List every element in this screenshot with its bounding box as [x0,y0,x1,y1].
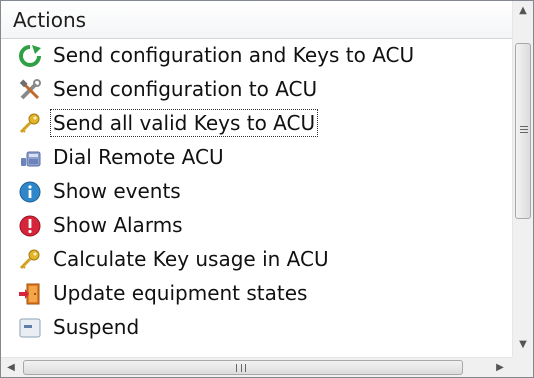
action-label: Send configuration to ACU [53,77,318,101]
action-show-alarms[interactable]: Show Alarms [1,209,512,243]
actions-panel: Actions Send configuration and Keys to A… [0,0,534,378]
scroll-left-button[interactable]: ◀ [1,358,21,377]
refresh-icon [18,44,42,68]
vertical-scrollbar[interactable]: ▲ ▼ [512,1,533,357]
action-send-valid-keys[interactable]: Send all valid Keys to ACU [1,107,512,141]
action-show-events[interactable]: Show events [1,175,512,209]
scroll-left-arrow-icon: ◀ [7,362,15,373]
scroll-down-button[interactable]: ▼ [513,335,533,355]
scroll-right-button[interactable]: ▶ [490,358,510,377]
key-icon [18,112,42,136]
action-dial-remote[interactable]: Dial Remote ACU [1,141,512,175]
action-send-config[interactable]: Send configuration to ACU [1,73,512,107]
phone-icon [18,146,42,170]
action-label: Calculate Key usage in ACU [53,247,329,271]
horizontal-scroll-thumb[interactable] [23,360,463,375]
door-icon [18,282,42,306]
scroll-up-arrow-icon: ▲ [519,5,527,16]
alarm-icon [18,214,42,238]
header-title: Actions [13,8,87,32]
action-label: Show Alarms [53,213,183,237]
key-icon [18,248,42,272]
action-update-equipment-states[interactable]: Update equipment states [1,277,512,311]
action-label: Dial Remote ACU [53,145,224,169]
suspend-icon [18,316,42,340]
grip-icon [236,364,246,372]
vertical-scroll-thumb[interactable] [515,43,531,219]
action-label: Send all valid Keys to ACU [49,109,319,137]
list-header[interactable]: Actions [1,1,512,39]
actions-list: Actions Send configuration and Keys to A… [1,1,512,357]
scrollbar-corner [512,357,533,377]
scroll-down-arrow-icon: ▼ [519,339,527,350]
scroll-right-arrow-icon: ▶ [496,362,504,373]
action-label: Update equipment states [53,281,308,305]
action-send-config-and-keys[interactable]: Send configuration and Keys to ACU [1,39,512,73]
action-label: Suspend [53,315,140,339]
scroll-up-button[interactable]: ▲ [513,1,533,21]
action-calculate-key-usage[interactable]: Calculate Key usage in ACU [1,243,512,277]
horizontal-scrollbar[interactable]: ◀ ▶ [1,357,512,377]
tools-icon [18,78,42,102]
action-label: Show events [53,179,181,203]
action-label: Send configuration and Keys to ACU [53,43,415,67]
action-suspend[interactable]: Suspend [1,311,512,345]
grip-icon [520,126,528,134]
info-icon [18,180,42,204]
